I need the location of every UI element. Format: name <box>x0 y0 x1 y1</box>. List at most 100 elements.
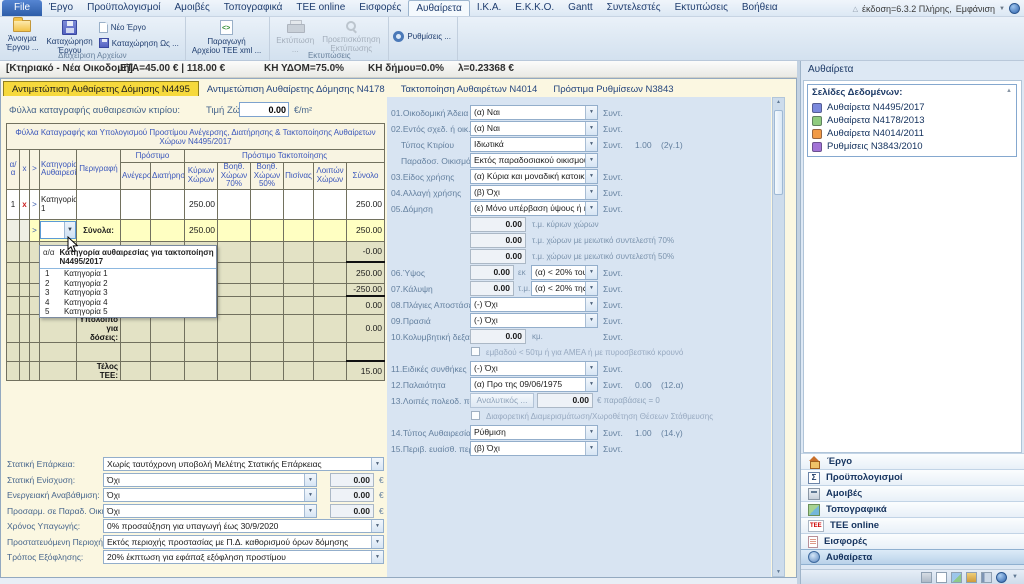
ribbon-tab-voitheia[interactable]: Βοήθεια <box>735 0 785 16</box>
nav-item-amoives[interactable]: Αμοιβές <box>801 485 1024 501</box>
chevron-down-icon[interactable]: ▼ <box>999 6 1005 12</box>
building-permit-select[interactable]: (α) Ναι▼ <box>470 105 598 120</box>
tab-n3843[interactable]: Πρόστιμα Ρυθμίσεων N3843 <box>545 82 681 96</box>
more-options-icon[interactable]: ▼ <box>1011 572 1019 583</box>
chevron-down-icon[interactable]: ▼ <box>371 520 383 532</box>
category-cell[interactable]: Κατηγορία 1 <box>40 189 77 219</box>
collapse-icon[interactable]: ▲ <box>1006 88 1012 94</box>
sensitive-area-select[interactable]: (β) Όχι▼ <box>470 441 598 456</box>
detailed-violations-button[interactable]: Αναλυτικός ... <box>470 393 534 408</box>
ribbon-tab-ika[interactable]: Ι.Κ.Α. <box>470 0 508 16</box>
ribbon-tab-gantt[interactable]: Gantt <box>561 0 599 16</box>
traditional-settlement-select[interactable]: Εκτός παραδοσιακού οικισμού/τμήμα▼ <box>470 153 598 168</box>
pool-volume-input[interactable]: 0.00 <box>470 329 526 344</box>
chevron-down-icon[interactable]: ▼ <box>304 505 316 517</box>
ribbon-tab-ektyposeis[interactable]: Εκτυπώσεις <box>668 0 735 16</box>
expand-row-button[interactable]: > <box>30 219 40 241</box>
chevron-down-icon[interactable]: ▼ <box>585 106 597 119</box>
scroll-down-icon[interactable]: ▼ <box>773 569 784 575</box>
special-conditions-select[interactable]: (-) Όχι▼ <box>470 361 598 376</box>
data-pages-header[interactable]: Σελίδες Δεδομένων:▲ <box>808 85 1016 101</box>
chevron-down-icon[interactable]: ▼ <box>304 489 316 501</box>
ribbon-tab-ekko[interactable]: Ε.Κ.Κ.Ο. <box>508 0 561 16</box>
energy-upgrade-select[interactable]: Όχι▼ <box>103 488 317 502</box>
in-plan-select[interactable]: (α) Ναι▼ <box>470 121 598 136</box>
building-icon[interactable] <box>921 572 932 583</box>
chevron-down-icon[interactable]: ▼ <box>585 442 597 455</box>
zone-price-input[interactable] <box>239 102 289 117</box>
pool-exemption-checkbox[interactable] <box>471 347 480 356</box>
violation-type-select[interactable]: Ρύθμιση▼ <box>470 425 598 440</box>
chevron-down-icon[interactable]: ▼ <box>371 458 383 470</box>
chevron-down-icon[interactable]: ▼ <box>585 170 597 183</box>
chevron-down-icon[interactable]: ▼ <box>585 282 597 295</box>
area-70-input[interactable]: 0.00 <box>470 233 526 248</box>
side-distances-select[interactable]: (-) Όχι▼ <box>470 297 598 312</box>
other-violations-amount[interactable]: 0.00 <box>537 393 593 408</box>
ribbon-tab-proypologismoi[interactable]: Προϋπολογισμοί <box>80 0 167 16</box>
coverage-ratio-select[interactable]: (α) < 20% της επι▼ <box>531 281 598 296</box>
tab-n4178[interactable]: Αντιμετώπιση Αυθαίρετης Δόμησης N4178 <box>199 82 393 96</box>
delete-row-button[interactable]: x <box>20 189 30 219</box>
chevron-down-icon[interactable]: ▼ <box>585 202 597 215</box>
settings-button[interactable]: Ρυθμίσεις ... <box>393 31 451 42</box>
setback-select[interactable]: (-) Όχι▼ <box>470 313 598 328</box>
ribbon-tab-eisfores[interactable]: Εισφορές <box>352 0 408 16</box>
page-item-n3843[interactable]: Ρυθμίσεις N3843/2010 <box>808 140 1016 153</box>
minimize-ribbon-icon[interactable]: △ <box>853 5 858 13</box>
scrollbar-thumb[interactable] <box>774 110 783 195</box>
popup-item[interactable]: 1Κατηγορία 1 <box>40 269 216 279</box>
ribbon-tab-afthereta[interactable]: Αυθαίρετα <box>408 0 469 16</box>
scroll-up-icon[interactable]: ▲ <box>773 99 784 105</box>
chevron-down-icon[interactable]: ▼ <box>585 154 597 167</box>
coverage-input[interactable]: 0.00 <box>470 281 514 296</box>
ribbon-tab-ergo[interactable]: Έργο <box>42 0 80 16</box>
protected-area-select[interactable]: Εκτός περιοχής προστασίας με Π.Δ. καθορι… <box>103 535 384 549</box>
different-partition-checkbox[interactable] <box>471 411 480 420</box>
nav-item-tee-online[interactable]: ΤΕΕ online <box>801 517 1024 533</box>
inclusion-time-select[interactable]: 0% προσαύξηση για υπαγωγή έως 30/9/2020▼ <box>103 519 384 533</box>
tab-n4014[interactable]: Τακτοποίηση Αυθαιρέτων N4014 <box>393 82 546 96</box>
tab-n4495[interactable]: Αντιμετώπιση Αυθαίρετης Δόμησης N4495 <box>3 81 199 96</box>
chevron-down-icon[interactable]: ▼ <box>585 138 597 151</box>
nav-item-topografika[interactable]: Τοπογραφικά <box>801 501 1024 517</box>
nav-item-ergo[interactable]: Έργο <box>801 453 1024 469</box>
page-item-n4014[interactable]: Αυθαίρετα N4014/2011 <box>808 127 1016 140</box>
page-item-n4495[interactable]: Αυθαίρετα N4495/2017 <box>808 101 1016 114</box>
new-project-button[interactable]: Νέο Έργο <box>99 22 179 33</box>
ribbon-tab-tee-online[interactable]: ΤΕΕ online <box>289 0 352 16</box>
help-globe-icon[interactable] <box>1009 3 1020 14</box>
help-globe-icon[interactable] <box>996 572 1007 583</box>
description-cell[interactable] <box>77 189 121 219</box>
height-ratio-select[interactable]: (α) < 20% του επι▼ <box>531 265 598 280</box>
briefcase-icon[interactable] <box>966 572 977 583</box>
age-select[interactable]: (α) Προ της 09/06/1975▼ <box>470 377 598 392</box>
file-tab[interactable]: File <box>2 0 42 16</box>
static-adequacy-select[interactable]: Χωρίς ταυτόχρονη υποβολή Μελέτης Στατική… <box>103 457 384 471</box>
chevron-down-icon[interactable]: ▼ <box>585 122 597 135</box>
save-as-button[interactable]: Καταχώρηση Ως ... <box>99 38 179 48</box>
chevron-down-icon[interactable]: ▼ <box>371 551 383 563</box>
payment-method-select[interactable]: 20% έκπτωση για εφάπαξ εξόφληση προστίμο… <box>103 550 384 564</box>
detail-form-scrollbar[interactable]: ▲ ▼ <box>772 97 785 577</box>
chevron-down-icon[interactable]: ▼ <box>585 266 597 279</box>
image-window-icon[interactable] <box>951 572 962 583</box>
generate-tee-xml-button[interactable]: Παραγωγή Αρχείου ΤΕΕ xml ... <box>190 19 263 56</box>
chevron-down-icon[interactable]: ▼ <box>585 298 597 311</box>
chevron-down-icon[interactable]: ▼ <box>585 378 597 391</box>
use-change-select[interactable]: (β) Όχι▼ <box>470 185 598 200</box>
chevron-down-icon[interactable]: ▼ <box>585 314 597 327</box>
height-input[interactable]: 0.00 <box>470 265 514 280</box>
construction-select[interactable]: (ε) Μόνο υπέρβαση ύψους ή κάλυψη▼ <box>470 201 598 216</box>
building-type-select[interactable]: Ιδιωτικά▼ <box>470 137 598 152</box>
print-preview-button[interactable]: Προεπισκόπηση Εκτύπωσης <box>320 19 382 54</box>
display-menu[interactable]: Εμφάνιση <box>956 4 995 14</box>
ribbon-tab-topografika[interactable]: Τοπογραφικά <box>217 0 290 16</box>
expand-row-button[interactable]: > <box>30 189 40 219</box>
book-icon[interactable] <box>981 572 992 583</box>
use-kind-select[interactable]: (α) Κύρια και μοναδική κατοικία▼ <box>470 169 598 184</box>
ribbon-tab-syntelestes[interactable]: Συντελεστές <box>600 0 668 16</box>
popup-item[interactable]: 5Κατηγορία 5 <box>40 307 216 317</box>
chevron-down-icon[interactable]: ▼ <box>371 536 383 548</box>
nav-item-proypologismoi[interactable]: Προϋπολογισμοί <box>801 469 1024 485</box>
